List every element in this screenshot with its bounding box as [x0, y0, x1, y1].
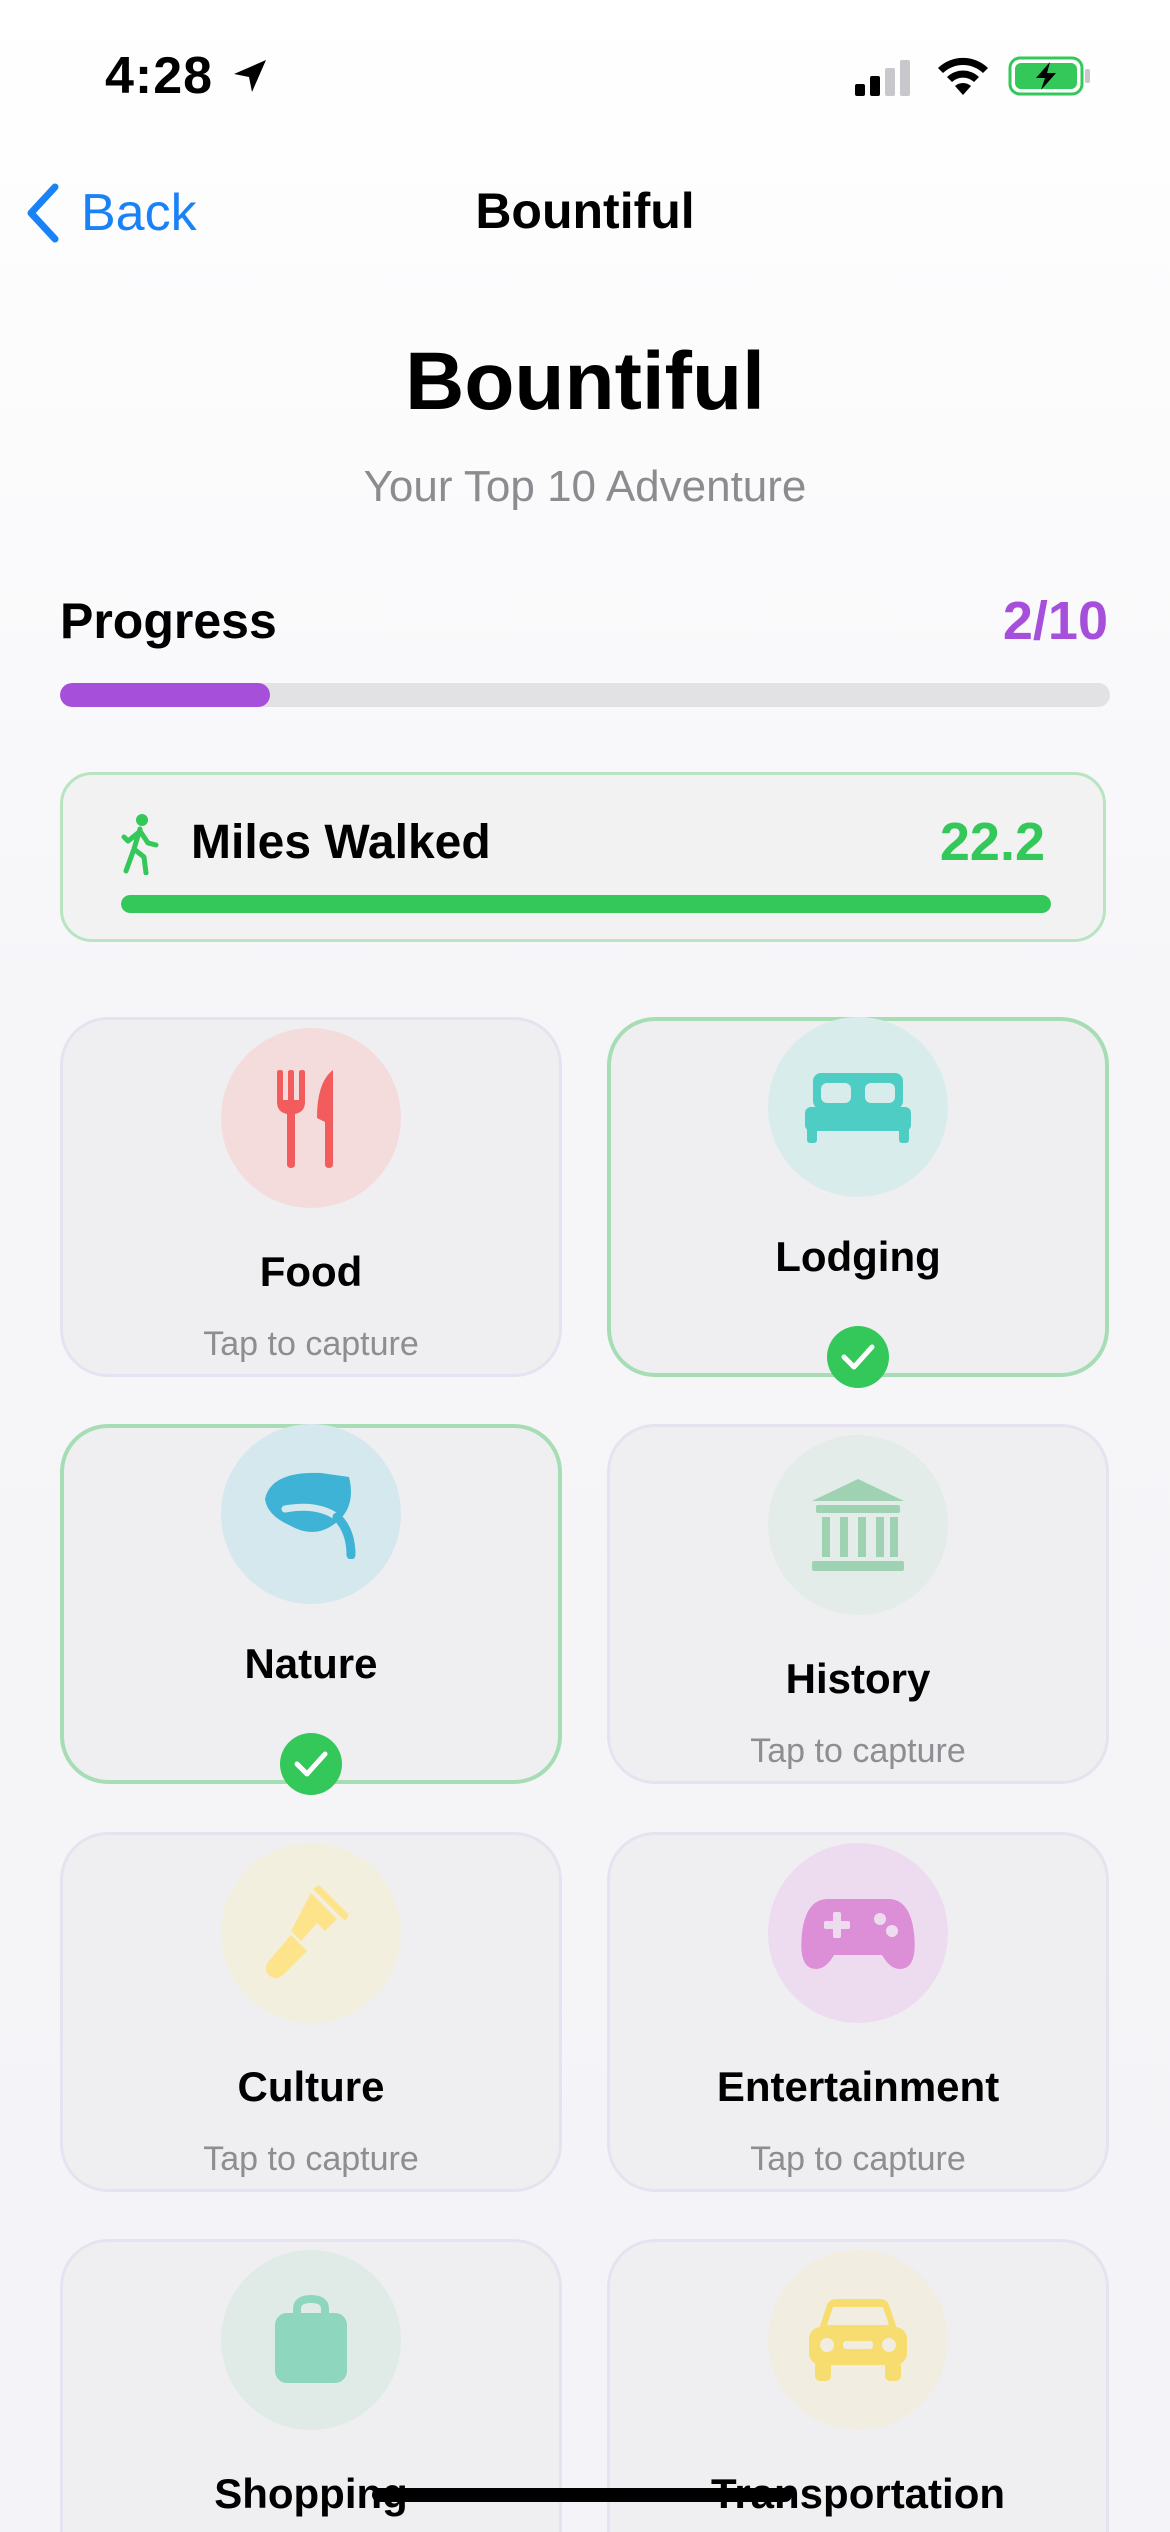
status-time: 4:28: [105, 47, 214, 105]
category-label: Food: [259, 1248, 363, 1295]
icon-background: [221, 2250, 401, 2430]
icon-background: [221, 1843, 401, 2023]
paintbrush-icon: [266, 1885, 349, 1978]
leaf-icon: [265, 1472, 356, 1559]
fork-knife-icon: [277, 1070, 333, 1168]
bag-icon: [275, 2295, 347, 2383]
location-arrow-icon: [234, 60, 266, 92]
tap-to-capture-hint: Tap to capture: [203, 2140, 419, 2178]
miles-bar-fill: [121, 895, 1051, 913]
icon-background: [221, 1424, 401, 1604]
category-card-nature[interactable]: Nature: [60, 1424, 562, 1795]
tap-to-capture-hint: Tap to capture: [750, 2140, 966, 2178]
miles-walked-card: Miles Walked 22.2: [60, 772, 1106, 942]
captured-checkmark-icon: [827, 1326, 889, 1388]
battery-charging-icon: [1008, 56, 1090, 96]
category-label: Nature: [244, 1640, 378, 1687]
nav-title: Bountiful: [475, 183, 695, 239]
museum-icon: [812, 1479, 904, 1571]
captured-checkmark-icon: [280, 1733, 342, 1795]
category-card-lodging[interactable]: Lodging: [607, 1017, 1109, 1388]
bed-icon: [805, 1073, 911, 1143]
car-icon: [809, 2299, 907, 2381]
page-title: Bountiful: [405, 336, 765, 427]
miles-bar: [121, 895, 1051, 913]
icon-background: [768, 1017, 948, 1197]
tap-to-capture-hint: Tap to capture: [750, 1732, 966, 1770]
wifi-icon: [938, 57, 988, 95]
category-label: History: [785, 1655, 931, 1702]
navigation-bar: Back Bountiful: [0, 160, 1170, 260]
progress-bar: [60, 683, 1110, 707]
category-label: Lodging: [775, 1233, 941, 1280]
miles-walked-label: Miles Walked: [191, 816, 491, 869]
icon-background: [221, 1028, 401, 1208]
cellular-signal-icon: [855, 60, 910, 96]
miles-walked-value: 22.2: [939, 812, 1045, 872]
category-card-entertainment[interactable]: Entertainment Tap to capture: [607, 1832, 1109, 2192]
tap-to-capture-hint: Tap to capture: [203, 1325, 419, 1363]
page-subtitle: Your Top 10 Adventure: [363, 462, 807, 511]
home-indicator: [372, 2488, 792, 2502]
icon-background: [768, 1843, 948, 2023]
category-label: Culture: [237, 2063, 385, 2110]
walking-figure-icon: [121, 814, 159, 875]
progress-bar-fill: [60, 683, 270, 707]
category-card-food[interactable]: Food Tap to capture: [60, 1017, 562, 1377]
category-card-history[interactable]: History Tap to capture: [607, 1424, 1109, 1784]
gamecontroller-icon: [801, 1899, 915, 1969]
category-label: Entertainment: [716, 2063, 1000, 2110]
app-screen: 4:28 Back Bountiful Bountiful Your Top 1…: [0, 0, 1170, 2532]
icon-background: [768, 1435, 948, 1615]
progress-count: 2/10: [1002, 591, 1108, 651]
progress-label: Progress: [60, 593, 277, 649]
status-bar: 4:28: [0, 0, 1170, 150]
category-card-culture[interactable]: Culture Tap to capture: [60, 1832, 562, 2192]
icon-background: [768, 2250, 948, 2430]
